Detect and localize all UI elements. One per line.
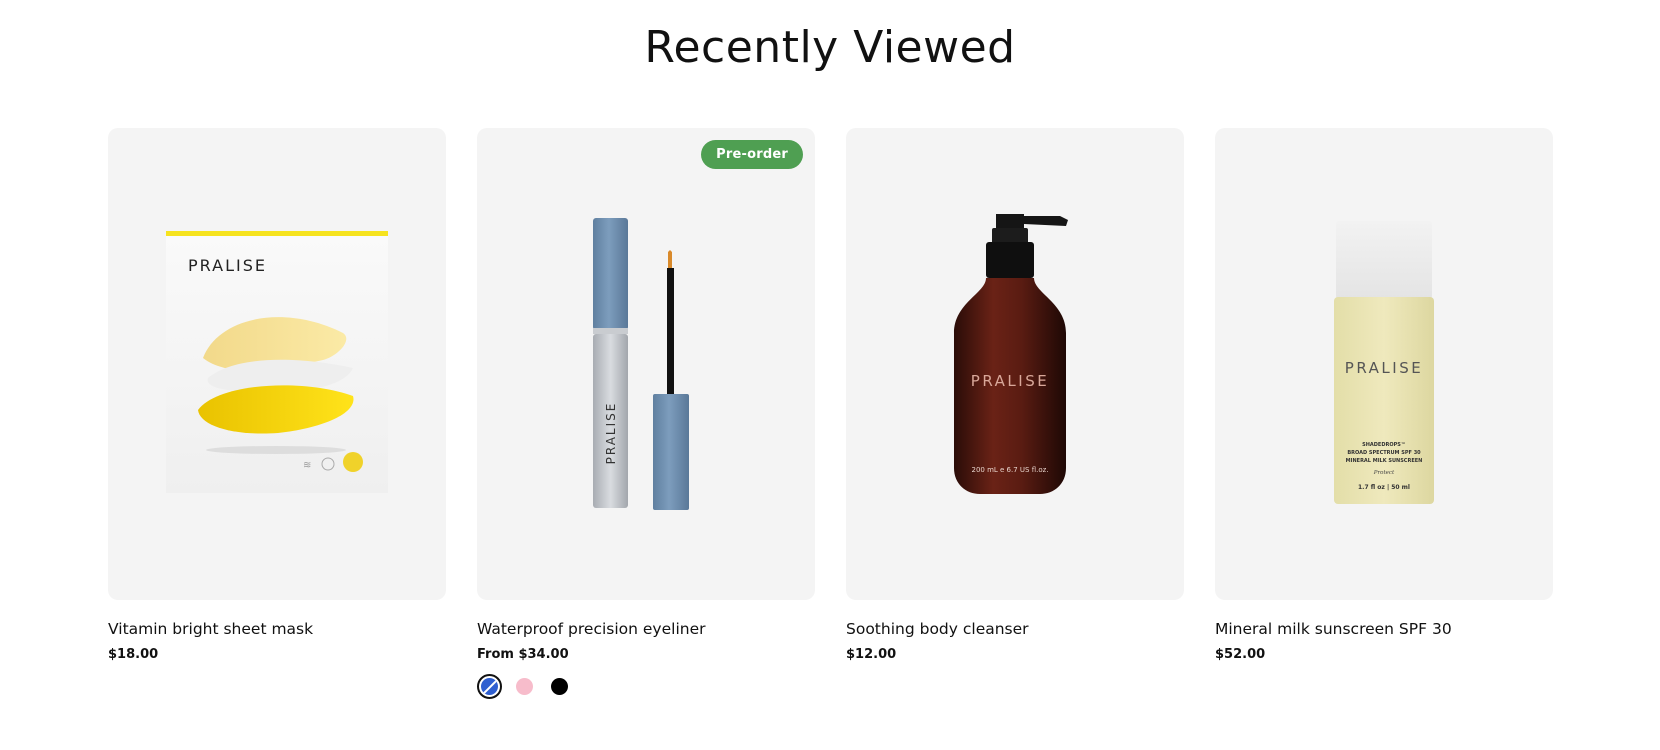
product-card: PRALISE SHADEDROPS™ BROAD SPECTRUM SPF 3… — [1215, 128, 1553, 662]
swatch-pink[interactable] — [512, 674, 537, 699]
cleanser-bottle-image: PRALISE 200 mL e 6.7 US fl.oz. — [954, 214, 1068, 494]
product-card: PRALISE Pre-order Waterproof precision e… — [477, 128, 815, 699]
product-price: $18.00 — [108, 647, 159, 662]
section-title: Recently Viewed — [644, 22, 1016, 73]
product-price: $52.00 — [1215, 647, 1266, 662]
product-title[interactable]: Waterproof precision eyeliner — [477, 620, 815, 638]
product-title[interactable]: Soothing body cleanser — [846, 620, 1184, 638]
sunscreen-bottle-image: PRALISE SHADEDROPS™ BROAD SPECTRUM SPF 3… — [1334, 221, 1434, 504]
product-title[interactable]: Mineral milk sunscreen SPF 30 — [1215, 620, 1553, 638]
product-image-link[interactable]: PRALISE SHADEDROPS™ BROAD SPECTRUM SPF 3… — [1215, 128, 1553, 600]
product-title[interactable]: Vitamin bright sheet mask — [108, 620, 446, 638]
svg-text:PRALISE: PRALISE — [1345, 359, 1423, 377]
sheet-mask-image: PRALISE ≋ — [166, 231, 388, 493]
svg-text:SHADEDROPS™: SHADEDROPS™ — [1362, 442, 1406, 448]
product-price: From $34.00 — [477, 647, 569, 662]
product-price: $12.00 — [846, 647, 897, 662]
svg-text:PRALISE: PRALISE — [188, 256, 267, 275]
swatch-blue[interactable] — [477, 674, 502, 699]
svg-text:1.7 fl oz | 50 ml: 1.7 fl oz | 50 ml — [1358, 484, 1410, 491]
swatch-black[interactable] — [547, 674, 572, 699]
product-card: PRALISE 200 mL e 6.7 US fl.oz. Soothing … — [846, 128, 1184, 662]
svg-text:200 mL e 6.7 US fl.oz.: 200 mL e 6.7 US fl.oz. — [971, 466, 1048, 474]
product-image-link[interactable]: PRALISE ≋ — [108, 128, 446, 600]
product-image-link[interactable]: PRALISE 200 mL e 6.7 US fl.oz. — [846, 128, 1184, 600]
eyeliner-image: PRALISE — [593, 218, 689, 510]
color-swatches — [477, 674, 815, 699]
product-image-link[interactable]: PRALISE Pre-order — [477, 128, 815, 600]
svg-text:≋: ≋ — [303, 460, 311, 471]
svg-text:MINERAL MILK SUNSCREEN: MINERAL MILK SUNSCREEN — [1346, 458, 1423, 464]
svg-text:PRALISE: PRALISE — [604, 402, 618, 465]
pre-order-badge: Pre-order — [701, 140, 803, 169]
svg-text:Protect: Protect — [1373, 470, 1395, 476]
svg-text:PRALISE: PRALISE — [971, 372, 1049, 390]
product-card: PRALISE ≋ Vitamin bright sheet mask $18.… — [108, 128, 446, 662]
svg-text:BROAD SPECTRUM SPF 30: BROAD SPECTRUM SPF 30 — [1347, 450, 1421, 456]
